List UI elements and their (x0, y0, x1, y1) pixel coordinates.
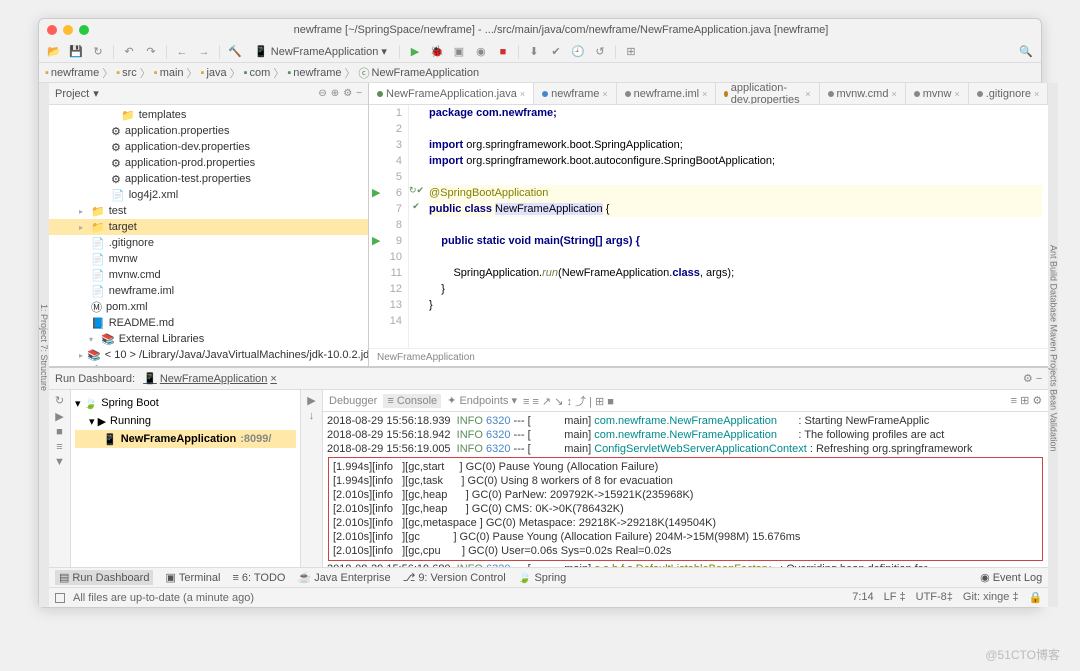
coverage-icon[interactable]: ▣ (450, 43, 468, 61)
tw-hide-icon[interactable]: − (356, 88, 362, 99)
tool-java-ee: ☕ Java Enterprise (297, 571, 390, 584)
tool-run-dashboard: ▤ Run Dashboard (55, 570, 153, 585)
structure-icon[interactable]: ⊞ (622, 43, 640, 61)
run-icon[interactable]: ▶ (406, 43, 424, 61)
tw-gear-icon[interactable]: ⚙ (343, 88, 352, 99)
status-pos[interactable]: 7:14 (852, 591, 873, 604)
save-icon[interactable]: 💾 (67, 43, 85, 61)
project-tool-window: Project ▾ ⊖ ⊕ ⚙ − 📁templates⚙application… (49, 83, 369, 366)
status-lock-icon[interactable]: 🔒 (1029, 591, 1043, 604)
tree-node[interactable]: 📄log4j2.xml (49, 187, 368, 203)
editor-tab[interactable]: NewFrameApplication.java× (369, 83, 534, 104)
status-bar: All files are up-to-date (a minute ago) … (49, 587, 1048, 607)
window-title: newframe [~/SpringSpace/newframe] - .../… (89, 24, 1033, 36)
editor-tab[interactable]: newframe× (534, 83, 617, 104)
tree-node[interactable]: ⚙application-dev.properties (49, 139, 368, 155)
editor-tab[interactable]: .gitignore× (969, 83, 1049, 104)
search-icon[interactable]: 🔍 (1017, 43, 1035, 61)
titlebar: newframe [~/SpringSpace/newframe] - .../… (39, 19, 1041, 41)
vcs-commit-icon[interactable]: ✔ (547, 43, 565, 61)
tree-node[interactable]: 📁templates (49, 107, 368, 123)
rd-tab[interactable]: 📱 NewFrameApplication × (143, 372, 277, 385)
status-git[interactable]: Git: xinge ‡ (963, 591, 1019, 604)
ide-window: newframe [~/SpringSpace/newframe] - .../… (38, 18, 1042, 608)
tool-todo: ≡ 6: TODO (232, 572, 285, 584)
tree-node[interactable]: 📄mvnw.cmd (49, 267, 368, 283)
right-tool-strip[interactable]: Ant Build Database Maven Projects Bean V… (1048, 83, 1058, 607)
tab-console[interactable]: ≡ Console (383, 394, 441, 408)
vcs-history-icon[interactable]: 🕘 (569, 43, 587, 61)
editor-tab[interactable]: newframe.iml× (617, 83, 717, 104)
tool-event-log: ◉ Event Log (980, 571, 1042, 584)
tree-node[interactable]: ⚙application.properties (49, 123, 368, 139)
tree-node[interactable]: ▸📚Maven: antlr:antlr:2.7.7 (49, 363, 368, 366)
tool-vcs: ⎇ 9: Version Control (403, 571, 506, 584)
rd-side-toolbar[interactable]: ↻▶■≡▼ (49, 390, 71, 567)
tree-node[interactable]: 📄.gitignore (49, 235, 368, 251)
editor-tabs: NewFrameApplication.java×newframe×newfra… (369, 83, 1048, 105)
breadcrumbs[interactable]: ▪newframe〉 ▪src〉 ▪main〉 ▪java〉 ▪com〉 ▪ne… (39, 63, 1041, 83)
tree-node[interactable]: 📘README.md (49, 315, 368, 331)
tool-spring: 🍃 Spring (518, 571, 567, 584)
forward-icon[interactable]: → (195, 43, 213, 61)
refresh-icon[interactable]: ↻ (89, 43, 107, 61)
stop-icon[interactable]: ■ (494, 43, 512, 61)
tree-node[interactable]: Ⓜpom.xml (49, 299, 368, 315)
rd-side-toolbar2[interactable]: ▶↓ (301, 390, 323, 567)
tw-collapse-icon[interactable]: ⊖ (318, 88, 326, 99)
status-msg: All files are up-to-date (a minute ago) (73, 592, 254, 604)
tab-endpoints[interactable]: ✦ Endpoints ▾ (447, 394, 517, 407)
tree-node[interactable]: ⚙application-test.properties (49, 171, 368, 187)
editor-crumb[interactable]: NewFrameApplication (369, 348, 1048, 366)
tree-node[interactable]: ⚙application-prod.properties (49, 155, 368, 171)
tree-node[interactable]: ▾📚External Libraries (49, 331, 368, 347)
bottom-tool-tabs[interactable]: ▤ Run Dashboard ▣ Terminal ≡ 6: TODO ☕ J… (49, 567, 1048, 587)
vcs-update-icon[interactable]: ⬇ (525, 43, 543, 61)
editor: NewFrameApplication.java×newframe×newfra… (369, 83, 1048, 366)
code-area[interactable]: package com.newframe; import org.springf… (423, 105, 1048, 348)
tw-scroll-icon[interactable]: ⊕ (331, 88, 339, 99)
status-eol[interactable]: LF ‡ (884, 591, 906, 604)
main-toolbar: 📂 💾 ↻ ↶ ↷ ← → 🔨 📱 NewFrameApplication ▾ … (39, 41, 1041, 63)
tab-debugger[interactable]: Debugger (329, 395, 377, 407)
tree-node[interactable]: ▸📁target (49, 219, 368, 235)
rd-tree[interactable]: ▾ 🍃 Spring Boot ▾ ▶ Running 📱 NewFrameAp… (71, 390, 301, 567)
tree-node[interactable]: 📄newframe.iml (49, 283, 368, 299)
profile-icon[interactable]: ◉ (472, 43, 490, 61)
tw-title: Project (55, 88, 89, 100)
run-config[interactable]: 📱 NewFrameApplication ▾ (248, 45, 393, 58)
status-toggle-icon[interactable] (55, 593, 65, 603)
rd-gear-icon[interactable]: ⚙ − (1023, 372, 1042, 385)
build-icon[interactable]: 🔨 (226, 43, 244, 61)
tool-terminal: ▣ Terminal (165, 571, 220, 584)
vcs-revert-icon[interactable]: ↺ (591, 43, 609, 61)
tree-node[interactable]: ▸📚< 10 > /Library/Java/JavaVirtualMachin… (49, 347, 368, 363)
tree-node[interactable]: ▸📁test (49, 203, 368, 219)
open-icon[interactable]: 📂 (45, 43, 63, 61)
editor-tab[interactable]: mvnw.cmd× (820, 83, 906, 104)
watermark: @51CTO博客 (985, 646, 1060, 663)
editor-tab[interactable]: application-dev.properties× (716, 83, 819, 104)
back-icon[interactable]: ← (173, 43, 191, 61)
undo-icon[interactable]: ↶ (120, 43, 138, 61)
editor-tab[interactable]: mvnw× (906, 83, 969, 104)
tree-node[interactable]: 📄mvnw (49, 251, 368, 267)
run-dashboard: Run Dashboard: 📱 NewFrameApplication × ⚙… (49, 367, 1048, 567)
debug-icon[interactable]: 🐞 (428, 43, 446, 61)
left-tool-strip[interactable]: 1: Project 7: Structure (39, 83, 49, 607)
traffic-lights[interactable] (47, 25, 89, 35)
console-output[interactable]: 2018-08-29 15:56:18.939 INFO 6320 --- [ … (323, 412, 1048, 567)
redo-icon[interactable]: ↷ (142, 43, 160, 61)
status-enc[interactable]: UTF-8‡ (916, 591, 953, 604)
